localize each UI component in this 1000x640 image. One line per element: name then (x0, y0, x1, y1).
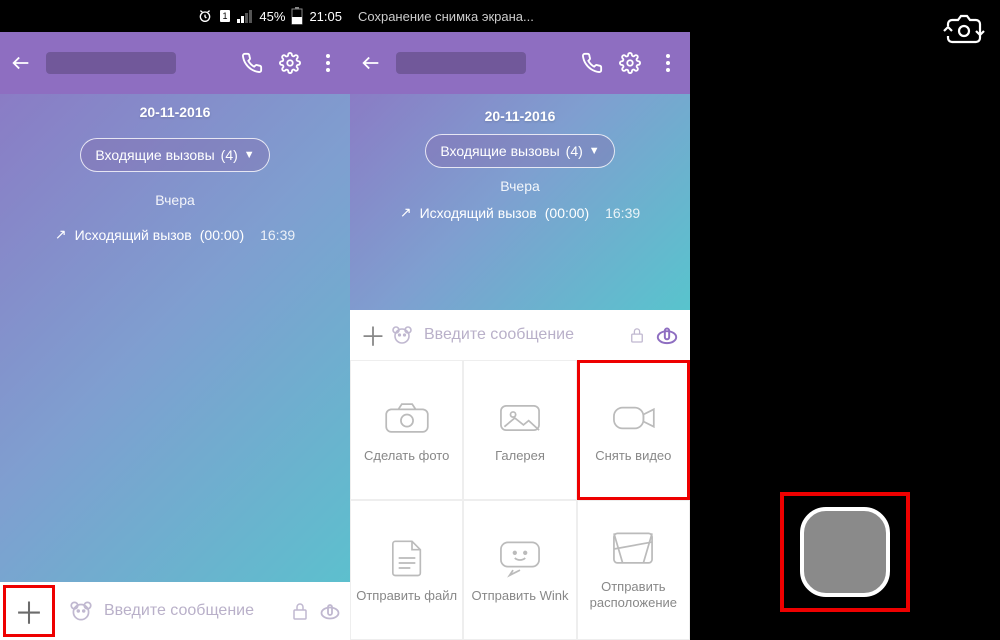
chat-log: 20-11-2016 Входящие вызовы (4) ▼ Вчера ↗… (0, 94, 350, 244)
switch-camera-icon[interactable] (942, 14, 986, 48)
back-icon[interactable] (360, 52, 382, 74)
chat-header (350, 32, 690, 94)
call-icon[interactable] (240, 51, 264, 75)
screenshot-saving-label: Сохранение снимка экрана... (358, 9, 534, 24)
status-bar: Сохранение снимка экрана... (350, 0, 690, 32)
attach-send-location[interactable]: Отправить расположение (577, 500, 690, 640)
battery-pct: 45% (259, 9, 285, 24)
attach-send-file[interactable]: Отправить файл (350, 500, 463, 640)
message-input[interactable]: Введите сообщение (104, 602, 282, 620)
time-label: 21:05 (309, 9, 342, 24)
date-yesterday: Вчера (350, 178, 690, 194)
attach-gallery[interactable]: Галерея (463, 360, 576, 500)
sticker-bear-icon[interactable] (390, 323, 414, 347)
chevron-down-icon: ▼ (589, 145, 600, 157)
shutter-button[interactable] (800, 507, 890, 597)
attach-send-wink[interactable]: Отправить Wink (463, 500, 576, 640)
date-separator: 20-11-2016 (0, 104, 350, 120)
lock-icon (630, 327, 644, 343)
status-bar: 1 45% 21:05 (0, 0, 350, 32)
svg-text:1: 1 (223, 11, 228, 21)
message-input-bar: ＋ Введите сообщение (350, 310, 690, 360)
mic-icon[interactable] (318, 599, 342, 623)
more-icon[interactable] (656, 51, 680, 75)
gear-icon[interactable] (618, 51, 642, 75)
incoming-calls-pill[interactable]: Входящие вызовы (4) ▼ (425, 134, 614, 168)
back-icon[interactable] (10, 52, 32, 74)
contact-name-redacted (396, 52, 526, 74)
screenshot-panel-1: 1 45% 21:05 20-11-2016 Входящие вызовы (… (0, 0, 350, 640)
screenshot-panel-3 (690, 0, 1000, 640)
gear-icon[interactable] (278, 51, 302, 75)
alarm-icon (197, 8, 213, 24)
chat-header (0, 32, 350, 94)
date-separator: 20-11-2016 (350, 108, 690, 124)
outgoing-call-row[interactable]: ↗ Исходящий вызов (00:00) 16:39 (400, 204, 640, 221)
outgoing-arrow-icon: ↗ (400, 204, 412, 221)
signal-icon (237, 9, 253, 23)
attach-button[interactable]: ＋ (3, 585, 55, 637)
attach-record-video[interactable]: Снять видео (577, 360, 690, 500)
chevron-down-icon: ▼ (244, 149, 255, 161)
sim-icon: 1 (219, 9, 231, 23)
message-input-bar: ＋ Введите сообщение (0, 582, 350, 640)
shutter-highlight (780, 492, 910, 612)
incoming-calls-pill[interactable]: Входящие вызовы (4) ▼ (80, 138, 269, 172)
screenshot-panel-2: Сохранение снимка экрана... 20-11-2016 В… (350, 0, 690, 640)
contact-name-redacted (46, 52, 176, 74)
attach-button[interactable]: ＋ (360, 317, 380, 354)
outgoing-arrow-icon: ↗ (55, 226, 67, 243)
lock-icon (292, 602, 308, 620)
outgoing-call-row[interactable]: ↗ Исходящий вызов (00:00) 16:39 (55, 226, 295, 243)
more-icon[interactable] (316, 51, 340, 75)
attachment-panel: Сделать фото Галерея Снять видео Отправи… (350, 360, 690, 640)
mic-icon[interactable] (654, 322, 680, 348)
attach-take-photo[interactable]: Сделать фото (350, 360, 463, 500)
battery-icon (291, 7, 303, 25)
date-yesterday: Вчера (0, 192, 350, 208)
sticker-bear-icon[interactable] (68, 598, 94, 624)
chat-log: 20-11-2016 Входящие вызовы (4) ▼ Вчера ↗… (350, 94, 690, 222)
call-icon[interactable] (580, 51, 604, 75)
message-input[interactable]: Введите сообщение (424, 326, 620, 344)
plus-icon: ＋ (14, 589, 44, 633)
